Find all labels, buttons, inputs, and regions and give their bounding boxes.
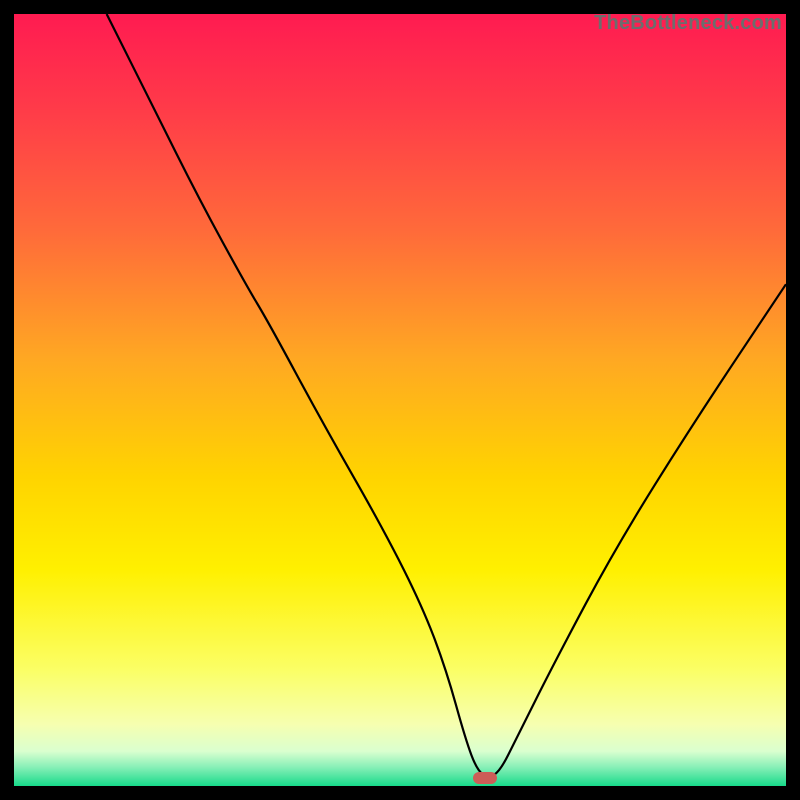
optimal-marker <box>473 772 497 784</box>
watermark-text: TheBottleneck.com <box>594 12 782 35</box>
gradient-background <box>14 14 786 786</box>
chart-frame: TheBottleneck.com <box>14 14 786 786</box>
